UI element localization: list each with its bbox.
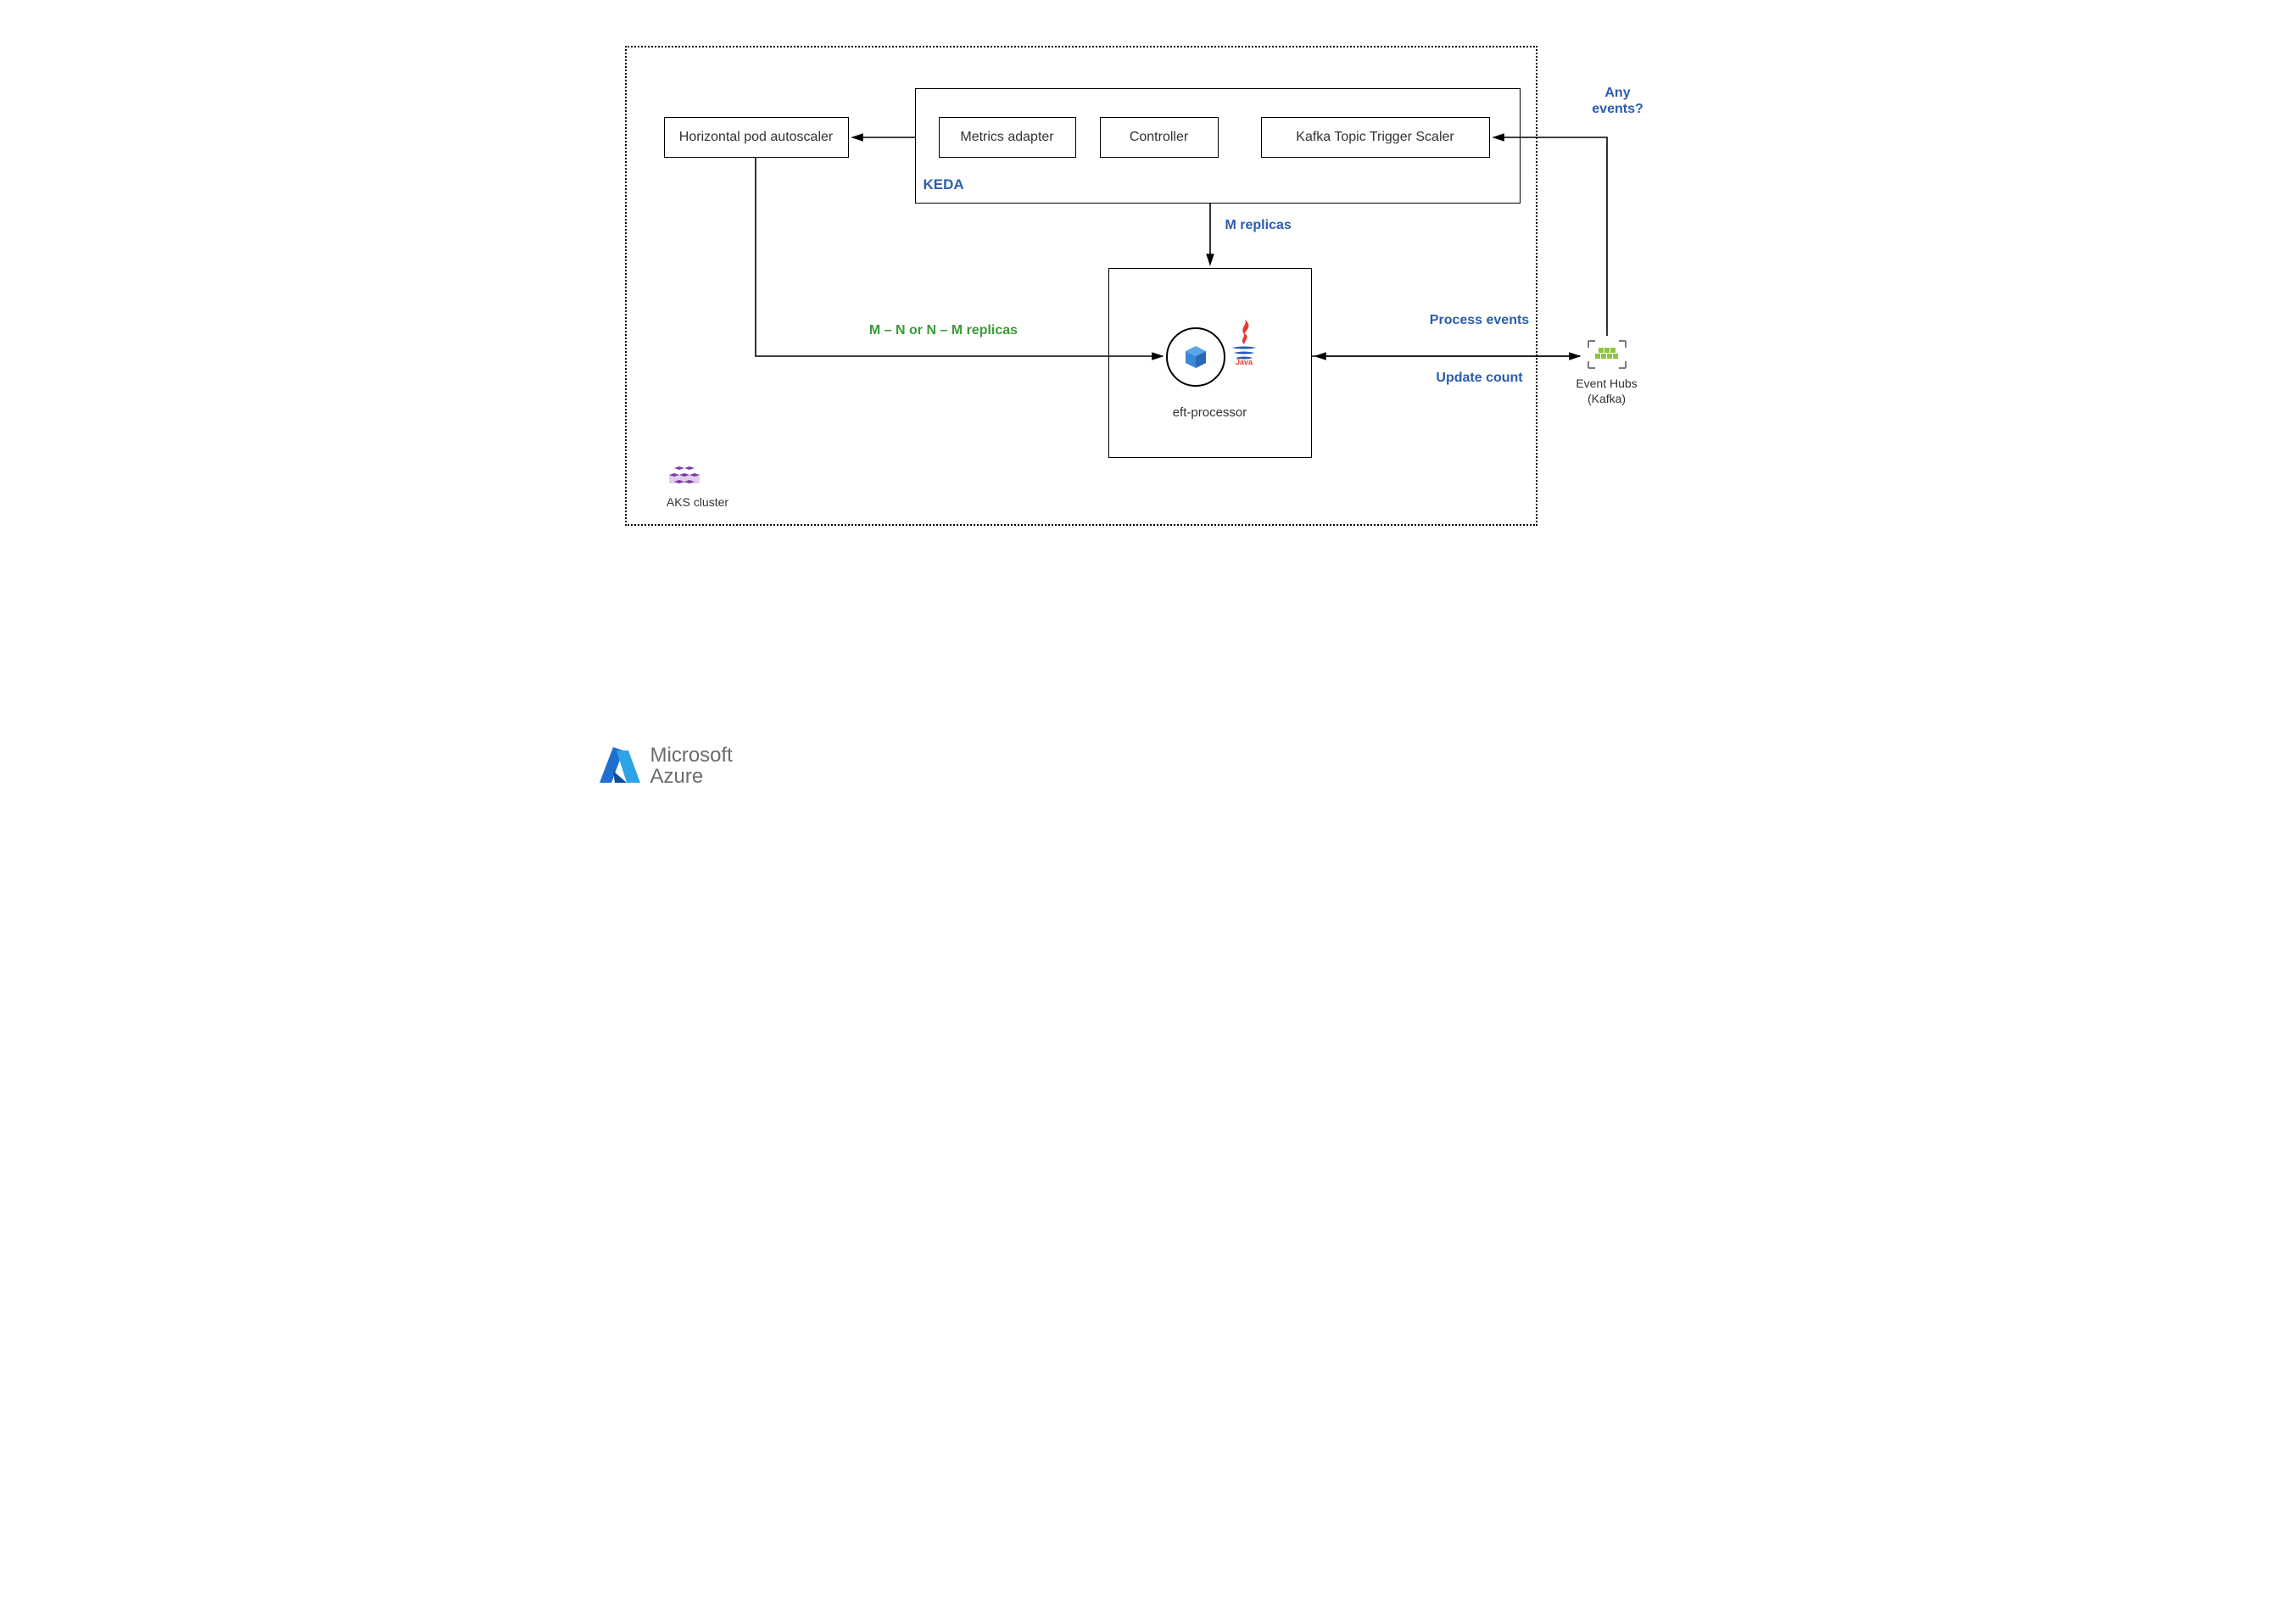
processor-name-label: eft-processor bbox=[1108, 405, 1312, 421]
keda-metrics-adapter-box: Metrics adapter bbox=[939, 117, 1076, 158]
svg-text:Java: Java bbox=[1235, 358, 1253, 365]
brand-line1: Microsoft bbox=[650, 745, 733, 766]
edge-m-replicas-label: M replicas bbox=[1225, 217, 1319, 233]
keda-scaler-box: Kafka Topic Trigger Scaler bbox=[1261, 117, 1490, 158]
keda-controller-label: Controller bbox=[1130, 130, 1188, 145]
java-icon: Java bbox=[1227, 317, 1261, 365]
keda-metrics-adapter-label: Metrics adapter bbox=[960, 130, 1053, 145]
azure-brand: Microsoft Azure bbox=[598, 745, 733, 787]
event-hubs-subtitle: (Kafka) bbox=[1565, 392, 1649, 406]
processor-circle bbox=[1166, 327, 1225, 387]
edge-process-events-label: Process events bbox=[1429, 312, 1531, 330]
diagram-canvas: Horizontal pod autoscaler KEDA Metrics a… bbox=[572, 0, 1716, 812]
cube-icon bbox=[1183, 344, 1208, 370]
edge-hpa-replicas-label: M – N or N – M replicas bbox=[842, 322, 1046, 338]
hpa-box: Horizontal pod autoscaler bbox=[664, 117, 849, 158]
aks-cluster-label: AKS cluster bbox=[647, 495, 749, 510]
event-hubs-title: Event Hubs bbox=[1565, 377, 1649, 391]
keda-scaler-label: Kafka Topic Trigger Scaler bbox=[1296, 130, 1454, 145]
brand-line2: Azure bbox=[650, 766, 733, 787]
hpa-label: Horizontal pod autoscaler bbox=[679, 130, 833, 145]
edge-update-count-label: Update count bbox=[1429, 370, 1531, 388]
edge-any-events-label: Any events? bbox=[1580, 85, 1656, 117]
event-hubs-icon bbox=[1587, 338, 1627, 371]
keda-group-label: KEDA bbox=[924, 176, 991, 193]
aks-cluster-icon bbox=[667, 465, 701, 492]
keda-controller-box: Controller bbox=[1100, 117, 1219, 158]
azure-logo-icon bbox=[598, 745, 642, 786]
